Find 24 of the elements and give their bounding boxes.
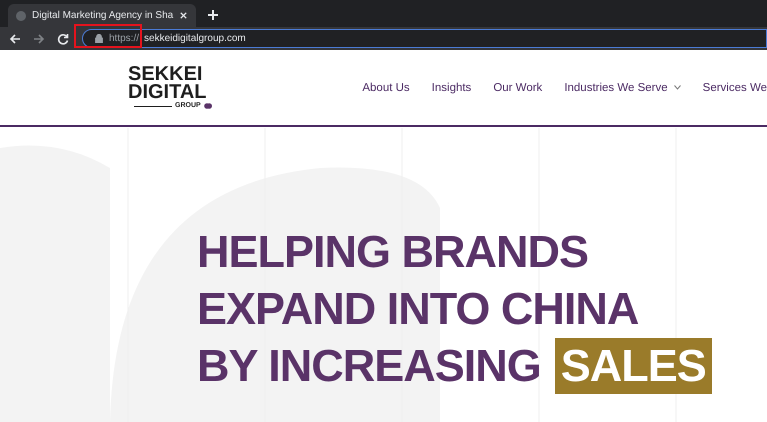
nav-link[interactable]: Our Work [493, 82, 542, 94]
nav-link[interactable]: Insights [432, 82, 472, 94]
lock-icon [95, 34, 103, 43]
reload-icon[interactable] [56, 32, 70, 46]
logo-icon [204, 103, 212, 110]
forward-icon[interactable] [32, 32, 46, 46]
url-text: https:// sekkeidigitalgroup.com [109, 33, 246, 44]
address-bar[interactable]: https:// sekkeidigitalgroup.com [82, 29, 767, 48]
logo-text: SEKKEI [128, 65, 202, 84]
logo-text: DIGITAL [128, 83, 208, 102]
highlight-rectangle [74, 24, 142, 48]
tab-title: Digital Marketing Agency in Sha [32, 10, 174, 21]
nav-link[interactable]: Industries We Serve [564, 82, 681, 94]
highlighted-word: SALES [554, 338, 712, 394]
hero-heading-line: EXPAND INTO CHINA [197, 282, 640, 336]
nav-link[interactable]: Services We [702, 82, 767, 94]
new-tab-icon[interactable] [206, 8, 220, 22]
back-icon[interactable] [8, 32, 22, 46]
browser-tab[interactable]: Digital Marketing Agency in Sha [8, 4, 196, 27]
hero-heading-line: HELPING BRANDS [197, 225, 590, 279]
hero-heading-line: BY INCREASING [197, 339, 541, 393]
close-icon[interactable] [179, 11, 188, 20]
caret-icon [674, 85, 681, 90]
nav-link[interactable]: About Us [362, 82, 410, 94]
